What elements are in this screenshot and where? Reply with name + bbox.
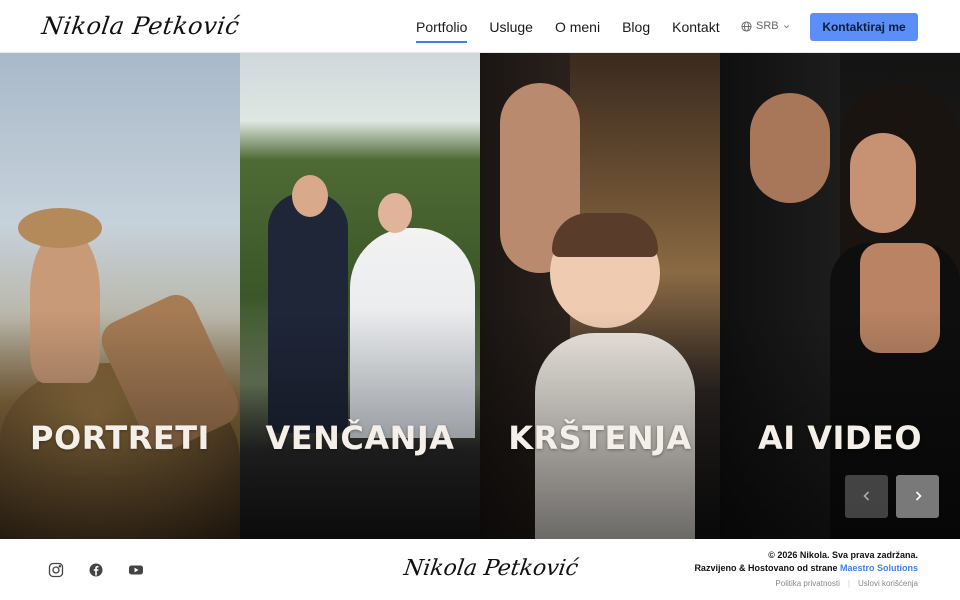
panel-ai-video[interactable]: AI VIDEO [720, 53, 960, 539]
instagram-icon[interactable] [48, 562, 64, 578]
slider-next-button[interactable] [896, 475, 939, 518]
privacy-policy-link[interactable]: Politika privatnosti [775, 579, 839, 588]
panel-vencanja[interactable]: VENČANJA [240, 53, 480, 539]
credit-prefix: Razvijeno & Hostovano od strane [694, 563, 838, 573]
legal-links: Politika privatnosti | Uslovi korišćenja [775, 579, 918, 588]
portfolio-gallery: PORTRETI VENČANJA KRŠTENJA AI VIDEO [0, 53, 960, 539]
credit-link[interactable]: Maestro Solutions [840, 563, 918, 573]
panel-label: AI VIDEO [757, 419, 923, 457]
main-nav: Portfolio Usluge O meni Blog Kontakt [416, 17, 720, 43]
footer-logo[interactable]: Nikola Petković [402, 556, 580, 581]
legal-divider: | [847, 579, 850, 588]
panel-label: VENČANJA [265, 419, 455, 457]
chevron-right-icon [912, 486, 924, 507]
woman-image [850, 133, 916, 233]
site-header: Nikola Petković Portfolio Usluge O meni … [0, 0, 960, 53]
youtube-icon[interactable] [128, 562, 144, 578]
panel-portreti[interactable]: PORTRETI [0, 53, 240, 539]
panel-label: PORTRETI [30, 419, 210, 457]
copyright-text: © 2026 Nikola. Sva prava zadržana. [768, 550, 918, 560]
hat-image [18, 208, 102, 248]
panel-krstenja[interactable]: KRŠTENJA [480, 53, 720, 539]
social-links [48, 562, 144, 578]
site-footer: Nikola Petković © 2026 Nikola. Sva prava… [0, 539, 960, 600]
contact-button[interactable]: Kontaktiraj me [810, 13, 918, 41]
nav-item-kontakt[interactable]: Kontakt [672, 17, 719, 43]
facebook-icon[interactable] [88, 562, 104, 578]
man-image [750, 93, 830, 203]
panel-label: KRŠTENJA [508, 419, 692, 457]
nav-item-blog[interactable]: Blog [622, 17, 650, 43]
nav-item-o-meni[interactable]: O meni [555, 17, 600, 43]
language-code: SRB [756, 20, 779, 32]
globe-icon [741, 20, 752, 32]
site-logo[interactable]: Nikola Petković [40, 12, 241, 40]
terms-link[interactable]: Uslovi korišćenja [858, 579, 918, 588]
credit-text: Razvijeno & Hostovano od strane Maestro … [694, 563, 918, 573]
chevron-down-icon [783, 23, 790, 30]
nav-item-portfolio[interactable]: Portfolio [416, 17, 468, 43]
slider-prev-button[interactable] [845, 475, 888, 518]
chevron-left-icon [861, 486, 873, 507]
nav-item-usluge[interactable]: Usluge [489, 17, 533, 43]
language-selector[interactable]: SRB [741, 20, 790, 32]
